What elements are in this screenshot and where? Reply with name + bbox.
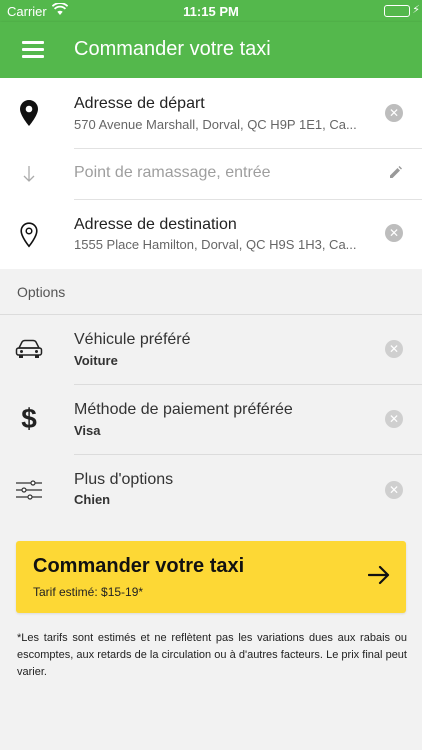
more-options-label: Plus d'options — [74, 471, 174, 488]
order-taxi-button-label: Commander votre taxi — [33, 555, 245, 577]
clear-vehicle-icon[interactable]: ✕ — [385, 340, 403, 358]
status-bar: Carrier 11:15 PM ⚡ — [0, 0, 422, 22]
location-pin-outline-icon — [18, 222, 40, 248]
address-panel: Adresse de départ 570 Avenue Marshall, D… — [0, 78, 422, 269]
edit-pencil-icon[interactable] — [388, 165, 403, 185]
car-icon — [15, 339, 43, 359]
clear-destination-icon[interactable]: ✕ — [385, 224, 403, 242]
battery-icon — [384, 5, 410, 17]
sliders-icon — [16, 480, 42, 500]
departure-value: 570 Avenue Marshall, Dorval, QC H9P 1E1,… — [74, 117, 357, 132]
preferred-payment-option[interactable]: $ Méthode de paiement préférée Visa ✕ — [0, 385, 422, 454]
charging-icon: ⚡ — [412, 4, 420, 16]
clock: 11:15 PM — [183, 4, 239, 19]
arrow-down-icon — [18, 165, 40, 183]
estimated-fare: Tarif estimé: $15-19* — [33, 585, 144, 599]
preferred-payment-value: Visa — [74, 423, 101, 438]
preferred-vehicle-label: Véhicule préféré — [74, 331, 191, 348]
destination-address-row[interactable]: Adresse de destination 1555 Place Hamilt… — [0, 200, 422, 269]
pickup-point-input[interactable]: Point de ramassage, entrée — [74, 164, 271, 182]
preferred-vehicle-option[interactable]: Véhicule préféré Voiture ✕ — [0, 315, 422, 384]
preferred-payment-label: Méthode de paiement préférée — [74, 401, 293, 418]
preferred-vehicle-value: Voiture — [74, 353, 118, 368]
clear-payment-icon[interactable]: ✕ — [385, 410, 403, 428]
app-bar: Commander votre taxi — [0, 22, 422, 78]
location-pin-filled-icon — [18, 100, 40, 126]
departure-address-row[interactable]: Adresse de départ 570 Avenue Marshall, D… — [0, 78, 422, 148]
hamburger-menu-icon[interactable] — [22, 41, 44, 59]
fare-disclaimer: *Les tarifs sont estimés et ne reflètent… — [17, 632, 407, 678]
clear-departure-icon[interactable]: ✕ — [385, 104, 403, 122]
clear-more-options-icon[interactable]: ✕ — [385, 481, 403, 499]
more-options-option[interactable]: Plus d'options Chien ✕ — [0, 455, 422, 524]
options-section-label: Options — [17, 284, 66, 300]
departure-label: Adresse de départ — [74, 95, 205, 112]
page-title: Commander votre taxi — [74, 38, 271, 60]
destination-label: Adresse de destination — [74, 216, 237, 233]
more-options-value: Chien — [74, 492, 111, 507]
dollar-icon: $ — [21, 403, 37, 434]
order-taxi-button[interactable]: Commander votre taxi Tarif estimé: $15-1… — [16, 541, 406, 613]
pickup-point-row[interactable]: Point de ramassage, entrée — [0, 149, 422, 199]
arrow-right-icon — [367, 565, 390, 590]
destination-value: 1555 Place Hamilton, Dorval, QC H9S 1H3,… — [74, 237, 357, 252]
